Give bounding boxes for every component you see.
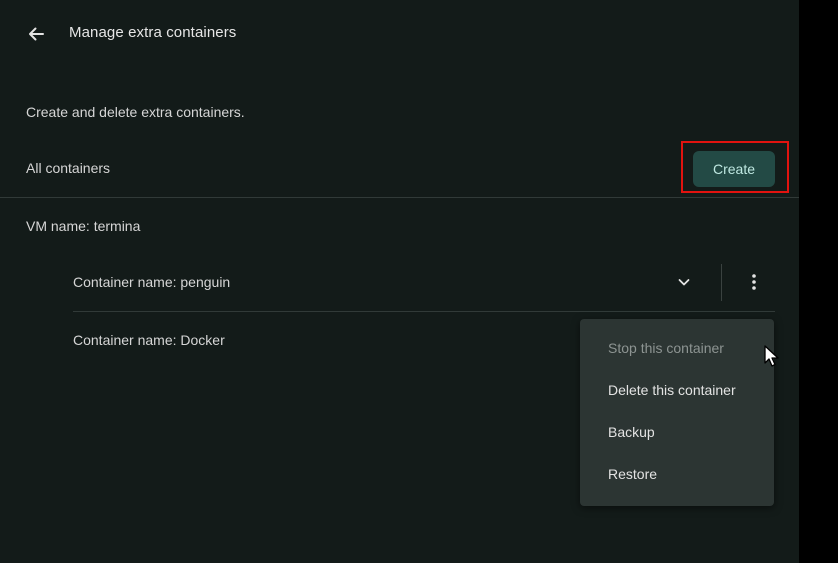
- container-name-label: Container name: Docker: [73, 332, 225, 348]
- container-context-menu: Stop this container Delete this containe…: [580, 319, 774, 506]
- page-title: Manage extra containers: [69, 24, 237, 41]
- section-divider: [0, 197, 799, 198]
- page-header: Manage extra containers: [0, 0, 799, 66]
- container-name-label: Container name: penguin: [73, 274, 231, 290]
- container-row-penguin: Container name: penguin: [73, 262, 775, 302]
- settings-window: Manage extra containers Create and delet…: [0, 0, 799, 563]
- all-containers-label: All containers: [26, 160, 111, 176]
- container-divider: [73, 311, 775, 312]
- chevron-down-icon: [678, 279, 690, 286]
- expand-button[interactable]: [670, 268, 698, 296]
- menu-item-delete-container[interactable]: Delete this container: [580, 369, 774, 411]
- more-options-button[interactable]: [742, 268, 766, 296]
- page-description: Create and delete extra containers.: [26, 104, 245, 120]
- back-button[interactable]: [20, 18, 52, 50]
- menu-item-backup[interactable]: Backup: [580, 411, 774, 453]
- more-vertical-icon: [752, 274, 756, 290]
- menu-item-restore[interactable]: Restore: [580, 453, 774, 495]
- vm-name-label: VM name: termina: [26, 218, 141, 234]
- create-button[interactable]: Create: [693, 151, 775, 187]
- menu-item-stop-container[interactable]: Stop this container: [580, 327, 774, 369]
- arrow-left-icon: [29, 27, 44, 41]
- row-divider: [721, 264, 722, 301]
